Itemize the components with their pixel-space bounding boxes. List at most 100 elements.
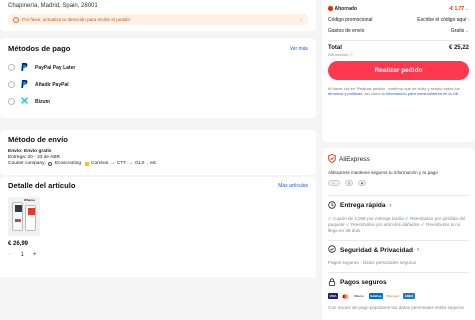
divider bbox=[328, 195, 469, 196]
fast-delivery-title: Entrega rápida bbox=[340, 202, 386, 210]
bizum-icon bbox=[20, 97, 29, 106]
paypal-icon bbox=[20, 62, 29, 73]
courier-correos: Correos bbox=[91, 161, 109, 166]
discount-icon bbox=[328, 6, 333, 11]
shipping-cost-value: Gratis bbox=[450, 27, 465, 34]
legal-text-part: , así como la bbox=[362, 91, 387, 97]
item-detail-card: Detalle del artículo Más artículos Whats… bbox=[0, 177, 316, 277]
console-graphic bbox=[25, 205, 36, 231]
chevron-right-icon: › bbox=[416, 247, 419, 254]
delivery-truck-icon bbox=[328, 200, 336, 211]
info-icon[interactable]: ⓘ bbox=[350, 52, 354, 57]
certification-badges: ◐ ◎ ◉ bbox=[328, 179, 469, 187]
correos-icon bbox=[85, 162, 89, 166]
address-line: Chapinería, Madrid, Spain, 28001 bbox=[8, 3, 98, 9]
eu-consumer-info-link[interactable]: información para consumidores en la UE. bbox=[386, 91, 459, 96]
shipping-method-card: Método de envío Envío: Envío gratis Entr… bbox=[0, 130, 316, 175]
chevron-right-icon: › bbox=[467, 17, 470, 22]
product-image[interactable]: Whatsu bbox=[8, 197, 40, 236]
certification-badge: ◐ bbox=[328, 180, 340, 186]
security-privacy-header[interactable]: Seguridad & Privacidad › bbox=[328, 245, 469, 255]
radio-button[interactable] bbox=[8, 64, 15, 71]
ecoscooting-icon bbox=[47, 162, 52, 166]
saved-label: Ahorrado bbox=[334, 5, 358, 12]
payment-methods-title: Métodos de pago bbox=[8, 44, 71, 53]
total-row: Total € 25,22 bbox=[328, 44, 469, 52]
amex-logo: AMEX bbox=[403, 293, 415, 300]
visa-logo: VISA bbox=[328, 293, 338, 300]
certification-badge: ◉ bbox=[358, 180, 366, 186]
divider bbox=[328, 40, 469, 41]
payment-option-bizum[interactable]: Bizum bbox=[8, 93, 308, 110]
security-privacy-title: Seguridad & Privacidad bbox=[340, 246, 413, 254]
saved-row: Ahorrado -€ 1,77 ⌄ bbox=[328, 3, 469, 14]
warning-icon: ! bbox=[13, 16, 19, 23]
arrow-right-icon: → bbox=[110, 161, 115, 166]
total-value: € 25,22 bbox=[448, 44, 469, 51]
courier-gls: GLS bbox=[134, 161, 145, 166]
courier-label: Courier company: bbox=[8, 161, 46, 166]
payment-more-link[interactable]: Ver más bbox=[290, 46, 308, 52]
arrow-right-icon: → bbox=[128, 161, 133, 166]
terms-link[interactable]: términos y políticas bbox=[328, 91, 362, 96]
address-warning[interactable]: ! Por favor, actualiza tu dirección para… bbox=[8, 14, 308, 25]
payment-option-paypal-later[interactable]: PayPal Pay Later bbox=[8, 59, 308, 76]
aliexpress-brand: AliExpress bbox=[339, 156, 370, 163]
secure-payments-title: Pagos seguros bbox=[340, 279, 387, 287]
place-order-button[interactable]: Realizar pedido bbox=[328, 60, 469, 80]
radio-button[interactable] bbox=[8, 98, 15, 105]
promo-code-input[interactable]: Escribe el código aquí bbox=[417, 17, 466, 23]
iva-note: IVA incluido ⓘ bbox=[328, 52, 469, 58]
decrease-quantity-button[interactable]: − bbox=[8, 252, 12, 258]
shield-icon bbox=[328, 154, 336, 165]
fast-delivery-header[interactable]: Entrega rápida › bbox=[328, 200, 469, 211]
chevron-down-icon[interactable]: ⌄ bbox=[465, 6, 469, 12]
shipping-cost-row: Gastos de envío Gratis ⌄ bbox=[328, 25, 469, 36]
check-icon: ✓ bbox=[421, 221, 425, 227]
aliexpress-brand-sub: AliExpress mantiene seguros tu informaci… bbox=[328, 170, 438, 175]
payment-option-add-paypal[interactable]: Añadir PayPal bbox=[8, 76, 308, 93]
shipping-value: Envío gratis bbox=[24, 149, 52, 154]
check-icon: ✓ bbox=[328, 215, 332, 221]
chevron-right-icon: › bbox=[300, 16, 302, 23]
payment-option-label: Bizum bbox=[35, 98, 50, 105]
lock-icon bbox=[328, 278, 336, 288]
increase-quantity-button[interactable]: + bbox=[33, 252, 37, 258]
divider bbox=[328, 272, 469, 273]
address-warning-text: Por favor, actualiza tu dirección para r… bbox=[22, 17, 131, 22]
safekey-logo: SafeKey bbox=[369, 293, 383, 300]
chevron-right-icon: › bbox=[389, 202, 392, 209]
product-brand-text: Whatsu bbox=[24, 198, 35, 202]
secure-payments-text: Con socios de pago populares tus datos p… bbox=[328, 304, 464, 310]
courier-etc: etc bbox=[149, 161, 157, 166]
aliexpress-brand-row: AliExpress bbox=[328, 154, 469, 165]
fast-delivery-text: ✓ Cupón de 1,00€ por entrega tardía ✓ Re… bbox=[328, 216, 469, 234]
order-summary-card: Ahorrado -€ 1,77 ⌄ Código promocional Es… bbox=[322, 0, 475, 142]
diners-logo: Diners bbox=[354, 294, 364, 299]
product-price: € 26,99 bbox=[8, 241, 29, 247]
total-label: Total bbox=[328, 44, 342, 51]
promo-code-label: Código promocional bbox=[328, 16, 373, 23]
more-items-link[interactable]: Más artículos bbox=[278, 183, 308, 189]
radio-button[interactable] bbox=[8, 81, 15, 88]
promo-code-row[interactable]: Código promocional Escribe el código aqu… bbox=[328, 14, 469, 25]
divider bbox=[328, 239, 469, 241]
courier-ctt: CTT bbox=[116, 161, 127, 166]
iva-text: IVA incluido bbox=[328, 51, 349, 57]
chevron-down-icon[interactable]: ⌄ bbox=[465, 28, 469, 34]
delivery-benefit: Reembolso por artículos dañados bbox=[351, 221, 420, 227]
payment-brand-logos: VISA Diners SafeKey Discover AMEX bbox=[328, 292, 469, 301]
shipping-method-title: Método de envío bbox=[8, 135, 68, 144]
checkout-main: Chapinería, Madrid, Spain, 28001 ! Por f… bbox=[0, 0, 316, 31]
quantity-value: 1 bbox=[20, 252, 24, 258]
separator: , bbox=[146, 161, 148, 166]
legal-text-part: Al hacer clic en 'Realizar pedido', conf… bbox=[328, 85, 460, 91]
shipping-label: Envío: bbox=[8, 149, 23, 154]
payment-methods-card: Métodos de pago Ver más PayPal Pay Later… bbox=[0, 38, 316, 118]
check-icon: ✓ bbox=[404, 215, 409, 221]
saved-value: -€ 1,77 bbox=[448, 5, 465, 12]
item-detail-title: Detalle del artículo bbox=[8, 181, 76, 190]
paypal-icon bbox=[20, 79, 29, 90]
payment-option-label: Añadir PayPal bbox=[35, 81, 69, 88]
shipping-cost-label: Gastos de envío bbox=[328, 27, 365, 34]
